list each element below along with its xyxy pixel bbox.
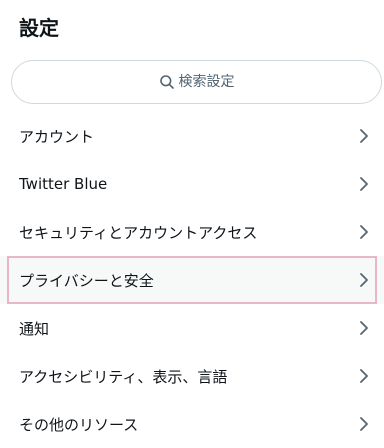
- menu-item-label: セキュリティとアカウントアクセス: [19, 223, 258, 242]
- menu-item-additional-resources[interactable]: その他のリソース: [0, 400, 384, 448]
- menu-item-notifications[interactable]: 通知: [0, 304, 384, 352]
- chevron-right-icon: [358, 224, 370, 240]
- page-title: 設定: [19, 16, 59, 40]
- chevron-right-icon: [358, 272, 370, 288]
- menu-item-label: 通知: [19, 319, 50, 338]
- chevron-right-icon: [358, 176, 370, 192]
- chevron-right-icon: [358, 416, 370, 432]
- search-placeholder: 検索設定: [178, 74, 235, 90]
- chevron-right-icon: [358, 128, 370, 144]
- menu-item-privacy-safety[interactable]: プライバシーと安全: [0, 256, 384, 304]
- menu-item-label: アクセシビリティ、表示、言語: [19, 367, 228, 386]
- menu-item-label: プライバシーと安全: [19, 271, 154, 290]
- menu-item-label: Twitter Blue: [19, 175, 108, 193]
- settings-menu: アカウント Twitter Blue セキュリティとアカウントアクセス プライバ…: [0, 112, 384, 448]
- menu-item-label: アカウント: [19, 127, 95, 146]
- search-icon: [159, 74, 175, 90]
- chevron-right-icon: [358, 368, 370, 384]
- search-input[interactable]: 検索設定: [11, 60, 382, 104]
- menu-item-twitter-blue[interactable]: Twitter Blue: [0, 160, 384, 208]
- menu-item-security-account-access[interactable]: セキュリティとアカウントアクセス: [0, 208, 384, 256]
- menu-item-label: その他のリソース: [19, 415, 139, 434]
- menu-item-account[interactable]: アカウント: [0, 112, 384, 160]
- chevron-right-icon: [358, 320, 370, 336]
- settings-panel: 設定 検索設定 アカウント Twitter Blue セキュリティとアカウントア…: [0, 0, 384, 445]
- menu-item-accessibility-display-language[interactable]: アクセシビリティ、表示、言語: [0, 352, 384, 400]
